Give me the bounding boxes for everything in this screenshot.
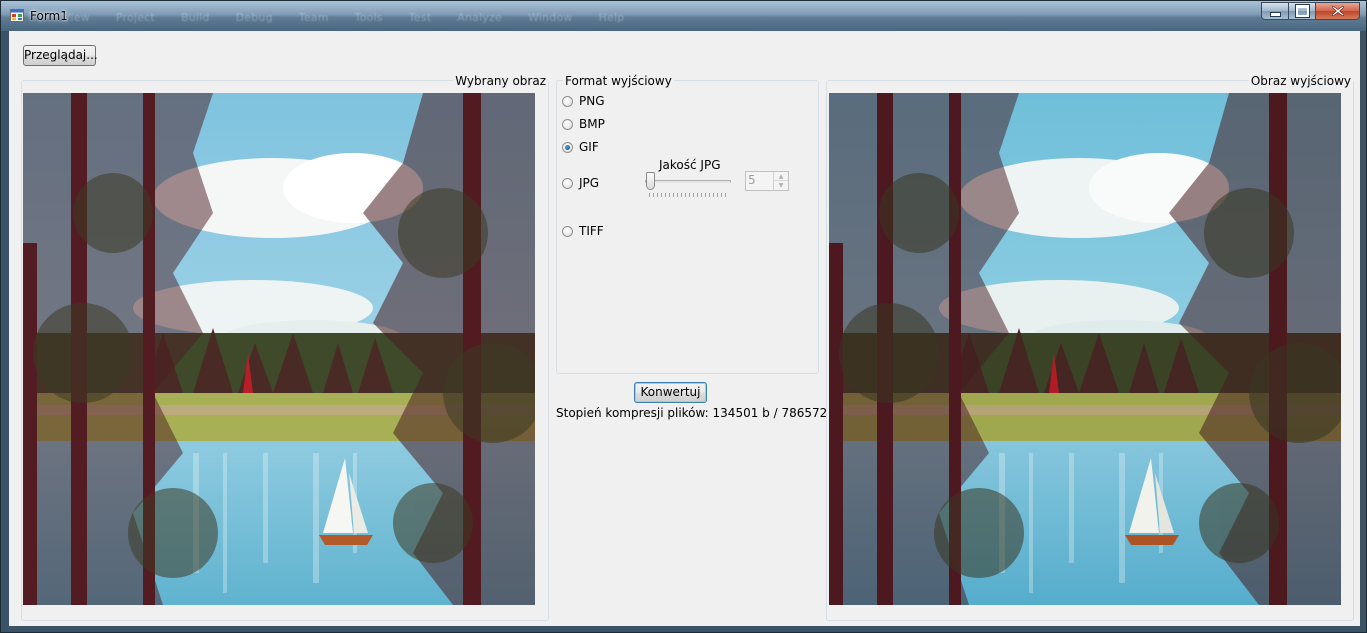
radio-bmp[interactable]: BMP <box>562 116 605 132</box>
background-menu-item: View <box>63 11 90 24</box>
jpg-quality-label: Jakość JPG <box>659 158 721 172</box>
convert-button[interactable]: Konwertuj <box>634 382 707 403</box>
minimize-icon <box>1269 11 1281 17</box>
background-menu-bar: View Project Build Debug Team Tools Test Analyz… <box>63 11 650 24</box>
app-window: Form1 View Project Build Debug Team Tools Test… <box>0 0 1367 633</box>
jpg-quality-value: 5 <box>748 173 756 187</box>
radio-gif[interactable]: GIF <box>562 139 599 155</box>
background-menu-item: Project <box>115 11 155 24</box>
maximize-button[interactable] <box>1289 2 1316 20</box>
radio-tiff[interactable]: TIFF <box>562 223 604 239</box>
browse-button[interactable]: Przeglądaj... <box>23 45 98 66</box>
background-menu-item: Debug <box>235 11 273 24</box>
slider-ticks <box>649 193 727 197</box>
radio-circle[interactable] <box>562 225 573 237</box>
radio-circle-selected[interactable] <box>562 141 573 153</box>
spin-buttons: ▲ ▼ <box>773 172 788 190</box>
format-group-title: Format wyjściowy <box>563 74 674 88</box>
radio-label: BMP <box>579 117 605 131</box>
background-menu-item: Tools <box>354 11 383 24</box>
radio-jpg[interactable]: JPG <box>562 175 599 191</box>
spin-up-icon[interactable]: ▲ <box>774 172 788 181</box>
radio-label: TIFF <box>579 224 604 238</box>
title-bar[interactable]: Form1 View Project Build Debug Team Tools Test… <box>1 1 1366 31</box>
output-image-title: Obraz wyjściowy <box>1248 74 1353 88</box>
radio-png[interactable]: PNG <box>562 93 605 109</box>
radio-label: JPG <box>579 176 600 190</box>
radio-circle[interactable] <box>562 95 573 107</box>
radio-circle[interactable] <box>562 118 573 130</box>
slider-track <box>645 180 731 183</box>
output-photo <box>829 93 1341 605</box>
maximize-icon <box>1295 5 1309 17</box>
slider-thumb[interactable] <box>646 172 655 190</box>
source-image-title: Wybrany obraz <box>453 74 548 88</box>
background-menu-item: Analyze <box>457 11 502 24</box>
app-icon <box>10 9 24 22</box>
output-image <box>829 93 1341 605</box>
spin-down-icon[interactable]: ▼ <box>774 181 788 190</box>
caption-buttons <box>1261 2 1360 21</box>
background-menu-item: Window <box>527 11 573 24</box>
close-icon <box>1331 6 1344 16</box>
background-menu-item: Build <box>180 11 210 24</box>
background-menu-item: Team <box>298 11 329 24</box>
radio-label: PNG <box>579 94 605 108</box>
form-client-area: Przeglądaj... Wybrany obraz Format wyjśc… <box>9 31 1360 626</box>
source-image <box>23 93 535 605</box>
minimize-button[interactable] <box>1261 2 1289 20</box>
jpg-quality-slider[interactable] <box>645 172 735 200</box>
background-menu-item: Help <box>598 11 625 24</box>
source-photo <box>23 93 535 605</box>
close-button[interactable] <box>1316 2 1360 20</box>
background-menu-item: Test <box>408 11 432 24</box>
radio-label: GIF <box>579 140 599 154</box>
jpg-quality-numeric[interactable]: 5 ▲ ▼ <box>745 171 789 191</box>
radio-circle[interactable] <box>562 177 573 189</box>
